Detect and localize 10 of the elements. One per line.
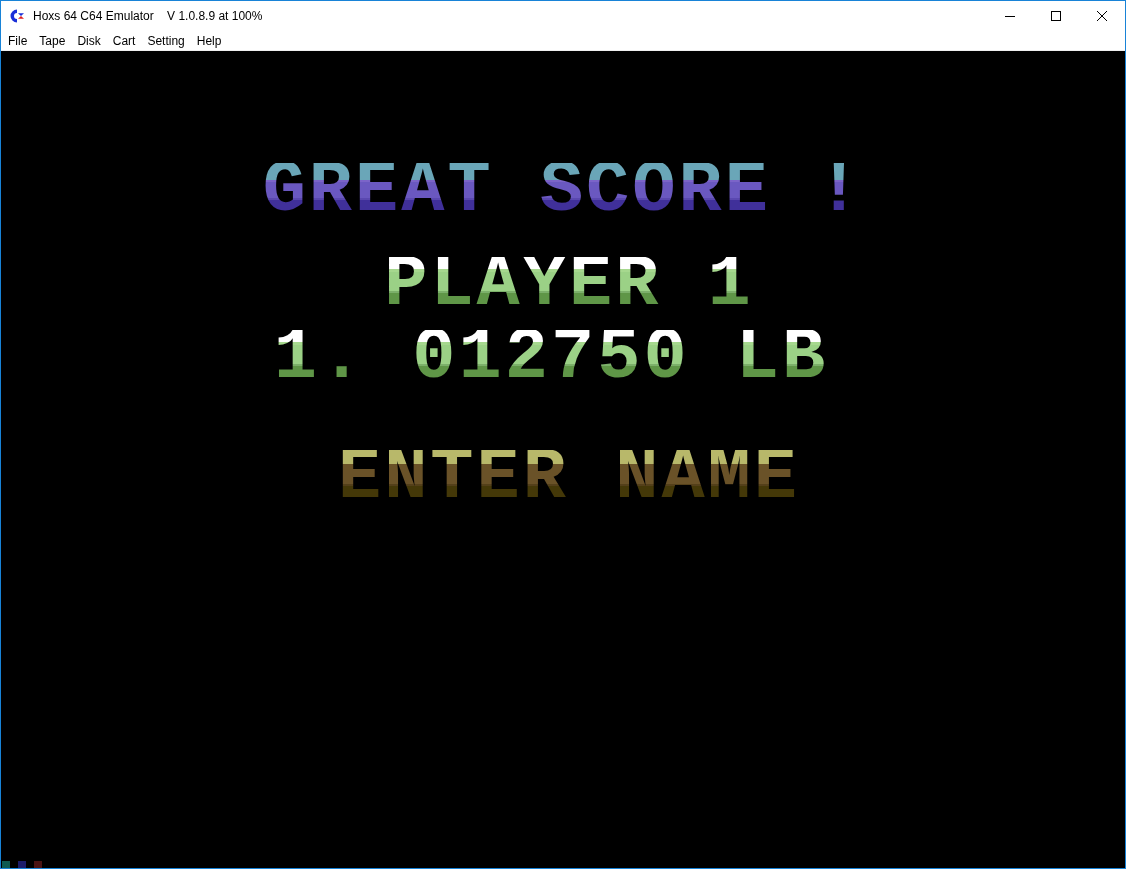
- menu-item[interactable]: File: [2, 33, 34, 48]
- maximize-icon: [1051, 11, 1061, 21]
- close-icon: [1097, 11, 1107, 21]
- menu-item[interactable]: Setting: [141, 33, 191, 48]
- menu-item[interactable]: Cart: [106, 33, 142, 48]
- window-title: Hoxs 64 C64 Emulator V 1.0.8.9 at 100%: [33, 9, 263, 23]
- logo-icon: [9, 8, 25, 24]
- menu-item[interactable]: Help: [190, 33, 228, 48]
- menu-item[interactable]: Disk: [71, 33, 107, 48]
- menu-item[interactable]: Tape: [33, 33, 72, 48]
